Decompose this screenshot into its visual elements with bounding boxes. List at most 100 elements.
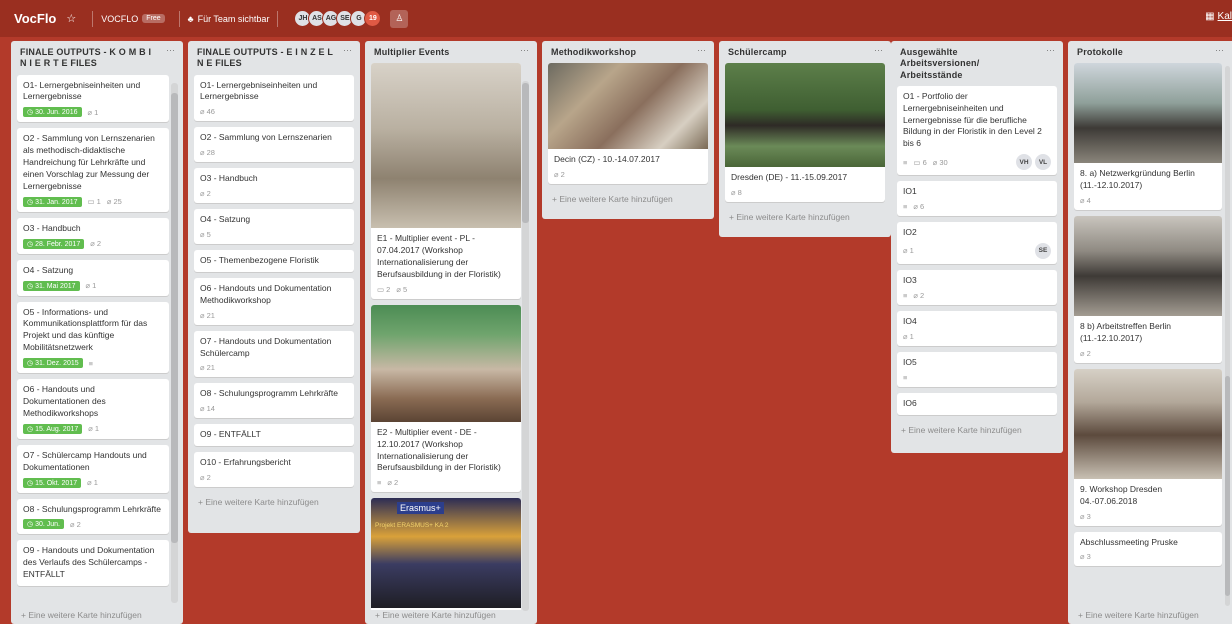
star-icon[interactable]: ☆ [66, 12, 76, 25]
due-date-badge[interactable]: ◷ 30. Jun. [23, 519, 64, 530]
add-card-button[interactable]: + Eine weitere Karte hinzufügen [1074, 606, 1203, 624]
card[interactable]: O10 - Erfahrungsbericht ⌀ 2 [194, 452, 354, 488]
card[interactable]: IO6 [897, 392, 1057, 415]
visibility-button[interactable]: ♣ Für Team sichtbar [188, 14, 270, 24]
scrollbar-thumb[interactable] [1225, 376, 1230, 596]
card[interactable]: O8 - Schulungsprogramm Lehrkräfte ◷ 30. … [17, 498, 169, 535]
list-menu-icon[interactable]: ··· [166, 45, 175, 55]
add-card-button[interactable]: + Eine weitere Karte hinzufügen [897, 421, 1057, 442]
list-title[interactable]: FINALE OUTPUTS - E I N Z E L N E FILES [197, 47, 337, 70]
card[interactable]: Decin (CZ) - 10.-14.07.2017 ⌀ 2 [548, 63, 708, 185]
add-card-button[interactable]: + Eine weitere Karte hinzufügen [548, 190, 708, 211]
card[interactable]: O1- Lernergebniseinheiten und Lernergebn… [17, 74, 169, 123]
card[interactable]: O5 - Themenbezogene Floristik [194, 249, 354, 272]
card-title: O5 - Themenbezogene Floristik [200, 254, 319, 265]
card[interactable]: Erasmus+ Projekt ERASMUS+ KA 2 [371, 498, 521, 611]
card[interactable]: IO5 ≡ [897, 351, 1057, 387]
card[interactable]: O7 - Schülercamp Handouts und Dokumentat… [17, 444, 169, 493]
list-header[interactable]: Methodikworkshop ··· [548, 45, 708, 63]
list-header[interactable]: FINALE OUTPUTS - E I N Z E L N E FILES ·… [194, 45, 354, 75]
card[interactable]: 9. Workshop Dresden 04.-07.06.2018 ⌀ 3 [1074, 368, 1222, 526]
card-badges: ⌀ 14 [200, 404, 348, 413]
card[interactable]: O8 - Schulungsprogramm Lehrkräfte ⌀ 14 [194, 383, 354, 419]
card[interactable]: IO2 ⌀ 1 SE [897, 222, 1057, 264]
board-title[interactable]: VocFlo [14, 11, 56, 26]
visibility-label: Für Team sichtbar [197, 13, 270, 24]
member-avatar[interactable]: VH [1016, 154, 1032, 171]
list-menu-icon[interactable]: ··· [520, 45, 529, 55]
scrollbar[interactable] [171, 83, 178, 603]
due-date-badge[interactable]: ◷ 31. Dez. 2015 [23, 358, 83, 369]
list-menu-icon[interactable]: ··· [1215, 45, 1224, 55]
card[interactable]: 8 b) Arbeitstreffen Berlin (11.-12.10.20… [1074, 216, 1222, 363]
org-name[interactable]: VOCFLO [101, 14, 138, 24]
list-title[interactable]: Methodikworkshop [551, 47, 636, 58]
card-badges: ◷ 31. Jan. 2017 ▭ 1 ⌀ 25 [23, 196, 163, 207]
list-title[interactable]: Ausgewählte Arbeitsversionen/ Arbeitsstä… [900, 47, 1020, 81]
card[interactable]: O3 - Handbuch ⌀ 2 [194, 168, 354, 204]
list-menu-icon[interactable]: ··· [343, 45, 352, 55]
card[interactable]: O1 - Portfolio der Lernergebniseinheiten… [897, 85, 1057, 176]
list-title[interactable]: Multiplier Events [374, 47, 449, 58]
card[interactable]: O4 - Satzung ◷ 31. Mai 2017 ⌀ 1 [17, 259, 169, 296]
list-header[interactable]: Schülercamp ··· [725, 45, 885, 63]
calendar-button[interactable]: ▦ Kal [1205, 11, 1232, 22]
card[interactable]: E1 - Multiplier event - PL - 07.04.2017 … [371, 63, 521, 299]
card-title: O8 - Schulungsprogramm Lehrkräfte [200, 388, 338, 399]
member-count[interactable]: 19 [364, 10, 382, 27]
card[interactable]: IO1 ≡ ⌀ 6 [897, 181, 1057, 217]
card[interactable]: Dresden (DE) - 11.-15.09.2017 ⌀ 8 [725, 63, 885, 203]
list-title[interactable]: Protokolle [1077, 47, 1123, 58]
card-badges: ⌀ 3 [1080, 552, 1216, 561]
due-date-badge[interactable]: ◷ 30. Jun. 2016 [23, 107, 82, 118]
card[interactable]: IO4 ⌀ 1 [897, 310, 1057, 346]
member-avatar[interactable]: VL [1035, 154, 1051, 171]
list-finale-einzelne: FINALE OUTPUTS - E I N Z E L N E FILES ·… [188, 41, 360, 533]
attachment-icon: ⌀ 6 [913, 202, 925, 212]
card[interactable]: IO3 ≡ ⌀ 2 [897, 269, 1057, 305]
due-date-badge[interactable]: ◷ 28. Febr. 2017 [23, 238, 85, 249]
list-title[interactable]: FINALE OUTPUTS - K O M B I N I E R T E F… [20, 47, 160, 70]
list-header[interactable]: Multiplier Events ··· [371, 45, 531, 63]
list-header[interactable]: FINALE OUTPUTS - K O M B I N I E R T E F… [17, 45, 177, 75]
card[interactable]: O9 - Handouts und Dokumentation des Verl… [17, 540, 169, 587]
list-menu-icon[interactable]: ··· [1046, 45, 1055, 55]
card[interactable]: O5 - Informations- und Kommunikationspla… [17, 301, 169, 374]
due-date-badge[interactable]: ◷ 15. Okt. 2017 [23, 477, 82, 488]
card-members: VH VL [1016, 154, 1051, 171]
card[interactable]: E2 - Multiplier event - DE - 12.10.2017 … [371, 304, 521, 493]
scrollbar[interactable] [522, 81, 529, 611]
card[interactable]: O6 - Handouts und Dokumentation Methodik… [194, 277, 354, 325]
due-date-badge[interactable]: ◷ 31. Mai 2017 [23, 280, 80, 291]
card[interactable]: O4 - Satzung ⌀ 5 [194, 209, 354, 244]
due-date-badge[interactable]: ◷ 15. Aug. 2017 [23, 423, 83, 434]
card[interactable]: Abschlussmeeting Pruske ⌀ 3 [1074, 531, 1222, 567]
card[interactable]: O2 - Sammlung von Lernszenarien als meth… [17, 128, 169, 212]
add-card-button[interactable]: + Eine weitere Karte hinzufügen [725, 208, 885, 229]
add-card-button[interactable]: + Eine weitere Karte hinzufügen [194, 493, 354, 514]
card[interactable]: O2 - Sammlung von Lernszenarien ⌀ 28 [194, 127, 354, 163]
due-date-badge[interactable]: ◷ 31. Jan. 2017 [23, 196, 82, 207]
add-card-button[interactable]: + Eine weitere Karte hinzufügen [371, 606, 500, 624]
list-header[interactable]: Ausgewählte Arbeitsversionen/ Arbeitsstä… [897, 45, 1057, 86]
member-avatar[interactable]: SE [1035, 242, 1051, 259]
card-badges: ⌀ 8 [731, 188, 879, 197]
invite-member-icon[interactable]: ♙ [390, 9, 409, 28]
card[interactable]: O1- Lernergebniseinheiten und Lernergebn… [194, 74, 354, 122]
list-menu-icon[interactable]: ··· [697, 45, 706, 55]
list-header[interactable]: Protokolle ··· [1074, 45, 1226, 63]
scrollbar-thumb[interactable] [171, 93, 178, 543]
scrollbar-thumb[interactable] [522, 83, 529, 223]
card-title: E1 - Multiplier event - PL - 07.04.2017 … [377, 233, 501, 279]
card[interactable]: O9 - ENTFÄLLT [194, 424, 354, 447]
card[interactable]: O3 - Handbuch ◷ 28. Febr. 2017 ⌀ 2 [17, 217, 169, 254]
card[interactable]: 8. a) Netzwerkgründung Berlin (11.-12.10… [1074, 63, 1222, 211]
add-card-button[interactable]: + Eine weitere Karte hinzufügen [17, 606, 146, 624]
card[interactable]: O6 - Handouts und Dokumentationen des Me… [17, 379, 169, 439]
list-title[interactable]: Schülercamp [728, 47, 787, 58]
card-badges: ⌀ 3 [1080, 512, 1216, 521]
attachment-icon: ⌀ 2 [387, 478, 399, 488]
scrollbar[interactable] [1225, 66, 1230, 606]
list-menu-icon[interactable]: ··· [874, 45, 883, 55]
card[interactable]: O7 - Handouts und Dokumentation Schülerc… [194, 330, 354, 378]
